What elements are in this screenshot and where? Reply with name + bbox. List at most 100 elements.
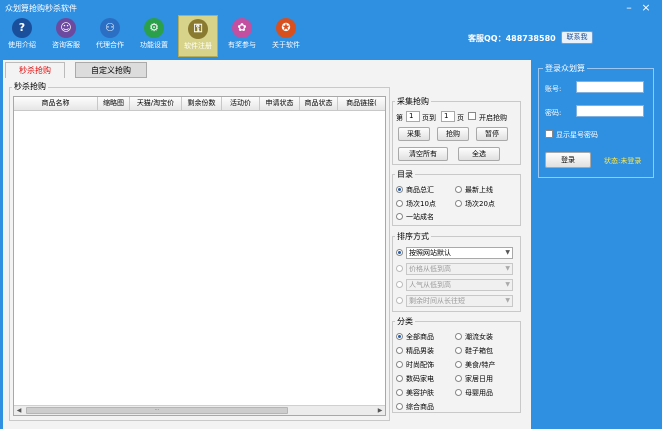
toolbar-settings-button[interactable]: ⚙ 功能设置 [134, 15, 174, 57]
column-header[interactable]: 剩余份数 [182, 97, 222, 110]
category-radio[interactable] [396, 389, 403, 396]
category-option-label: 精品男装 [406, 347, 434, 355]
flash-sale-group-title: 秒杀抢购 [12, 81, 48, 92]
sort-option-label: 按照网站默认 [409, 249, 451, 257]
auto-grab-checkbox[interactable] [468, 112, 476, 120]
toolbar-partner-button[interactable]: ⚇ 代理合作 [90, 15, 130, 57]
sort-select[interactable]: 人气从低到高 ▼ [406, 279, 513, 291]
category-radio[interactable] [455, 389, 462, 396]
support-icon: ☺ [56, 18, 76, 38]
toolbar-support-button[interactable]: ☺ 咨询客服 [46, 15, 86, 57]
contact-qq-button[interactable]: 联系我 [561, 31, 593, 44]
toolbar-help-button[interactable]: ? 使用介绍 [2, 15, 42, 57]
grab-button[interactable]: 抢购 [437, 127, 469, 141]
login-group-title: 登录众划算 [543, 63, 587, 74]
toolbar-label: 功能设置 [140, 41, 168, 49]
table-header: 商品名称 缩略图 天猫/淘宝价 剩余份数 活动价 申请状态 商品状态 商品链接( [14, 97, 385, 111]
column-header[interactable]: 缩略图 [98, 97, 130, 110]
collect-group-title: 采集抢购 [395, 96, 431, 107]
column-header[interactable]: 天猫/淘宝价 [130, 97, 182, 110]
category-option-label: 全部商品 [406, 333, 434, 341]
collect-button[interactable]: 采集 [398, 127, 430, 141]
toolbar-label: 咨询客服 [52, 41, 80, 49]
tab-flash-sale[interactable]: 秒杀抢购 [5, 62, 65, 78]
dropdown-arrow-icon: ▼ [505, 297, 510, 304]
show-password-checkbox[interactable] [545, 130, 553, 138]
column-header[interactable]: 活动价 [222, 97, 260, 110]
page-from-input[interactable]: 1 [406, 111, 420, 122]
sort-radio[interactable] [396, 297, 403, 304]
gift-icon: ✿ [232, 18, 252, 38]
catalog-radio[interactable] [455, 186, 462, 193]
toolbar-label: 有奖参与 [228, 41, 256, 49]
category-radio[interactable] [455, 347, 462, 354]
partner-icon: ⚇ [100, 18, 120, 38]
product-table[interactable]: 商品名称 缩略图 天猫/淘宝价 剩余份数 活动价 申请状态 商品状态 商品链接(… [13, 96, 386, 416]
sort-radio[interactable] [396, 265, 403, 272]
category-radio[interactable] [455, 333, 462, 340]
column-header[interactable]: 申请状态 [260, 97, 300, 110]
auto-grab-label: 开启抢购 [479, 114, 507, 122]
category-radio[interactable] [396, 375, 403, 382]
page-suffix-label: 页 [457, 114, 464, 122]
window-title: 众划算抢购秒杀软件 [5, 4, 77, 13]
clear-all-button[interactable]: 清空所有 [398, 147, 448, 161]
column-header[interactable]: 商品状态 [300, 97, 338, 110]
tab-custom-grab[interactable]: 自定义抢购 [75, 62, 147, 78]
scroll-thumb[interactable]: ⋯ [26, 407, 288, 414]
password-input[interactable] [576, 105, 644, 117]
catalog-radio[interactable] [455, 200, 462, 207]
select-all-button[interactable]: 全选 [458, 147, 500, 161]
account-label: 账号: [545, 85, 562, 93]
category-option-label: 家居日用 [465, 375, 493, 383]
settings-icon: ⚙ [144, 18, 164, 38]
category-radio[interactable] [396, 361, 403, 368]
page-to-label: 页到 [422, 114, 436, 122]
about-icon: ✪ [276, 18, 296, 38]
dropdown-arrow-icon: ▼ [505, 281, 510, 288]
category-radio[interactable] [396, 333, 403, 340]
dropdown-arrow-icon: ▼ [505, 249, 510, 256]
pause-button[interactable]: 暂停 [476, 127, 508, 141]
key-icon: ⚿ [188, 19, 208, 39]
category-radio[interactable] [455, 375, 462, 382]
category-radio[interactable] [396, 403, 403, 410]
login-button[interactable]: 登录 [545, 152, 591, 168]
dropdown-arrow-icon: ▼ [505, 265, 510, 272]
catalog-group-title: 目录 [395, 169, 415, 180]
catalog-radio[interactable] [396, 213, 403, 220]
toolbar-reward-button[interactable]: ✿ 有奖参与 [222, 15, 262, 57]
category-option-label: 母婴用品 [465, 389, 493, 397]
category-radio[interactable] [455, 361, 462, 368]
show-password-label: 显示星号密码 [556, 131, 598, 139]
toolbar-label: 使用介绍 [8, 41, 36, 49]
category-group-title: 分类 [395, 316, 415, 327]
scroll-right-icon[interactable]: ▶ [375, 406, 385, 415]
toolbar-about-button[interactable]: ✪ 关于软件 [266, 15, 306, 57]
category-option-label: 时尚配饰 [406, 361, 434, 369]
service-qq-text: 客服QQ：488738580 [468, 34, 556, 43]
sort-select[interactable]: 剩余时间从长往短 ▼ [406, 295, 513, 307]
category-option-label: 美容护肤 [406, 389, 434, 397]
account-input[interactable] [576, 81, 644, 93]
sort-radio[interactable] [396, 281, 403, 288]
catalog-radio[interactable] [396, 186, 403, 193]
horizontal-scrollbar[interactable]: ◀ ⋯ ▶ [14, 405, 385, 415]
toolbar-register-button[interactable]: ⚿ 软件注册 [178, 15, 218, 57]
catalog-option-label: 场次10点 [406, 200, 436, 208]
scroll-left-icon[interactable]: ◀ [14, 406, 24, 415]
category-radio[interactable] [396, 347, 403, 354]
page-to-input[interactable]: 1 [441, 111, 455, 122]
toolbar-label: 代理合作 [96, 41, 124, 49]
category-option-label: 潮流女装 [465, 333, 493, 341]
column-header[interactable]: 商品链接( [338, 97, 385, 110]
category-option-label: 数码家电 [406, 375, 434, 383]
sort-select[interactable]: 价格从低到高 ▼ [406, 263, 513, 275]
sort-select[interactable]: 按照网站默认 ▼ [406, 247, 513, 259]
sort-option-label: 人气从低到高 [409, 281, 451, 289]
toolbar-label: 关于软件 [272, 41, 300, 49]
column-header[interactable]: 商品名称 [14, 97, 98, 110]
catalog-radio[interactable] [396, 200, 403, 207]
sort-radio[interactable] [396, 249, 403, 256]
category-option-label: 综合商品 [406, 403, 434, 411]
